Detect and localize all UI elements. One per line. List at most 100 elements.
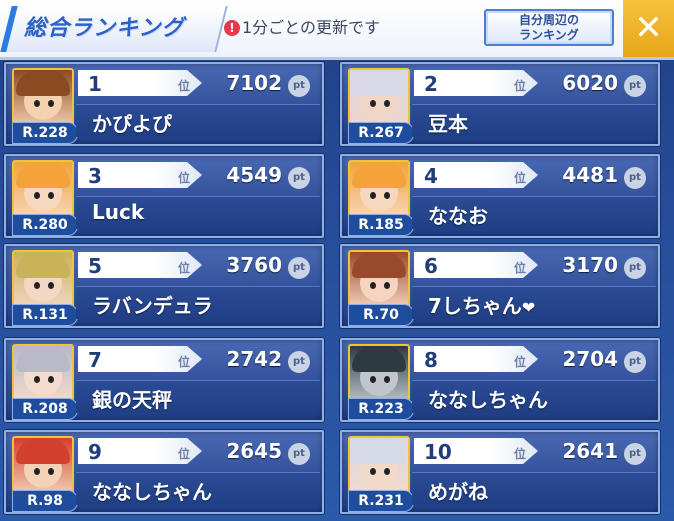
rank-suffix: 位 <box>178 355 191 369</box>
ranking-entry[interactable]: R.185 4 位 4481 pt ななお <box>340 154 660 238</box>
score: 6020 <box>562 71 618 95</box>
avatar-eye <box>370 282 376 289</box>
avatar-eye <box>48 282 54 289</box>
avatar <box>12 344 74 406</box>
avatar-hair <box>16 162 70 188</box>
rank-suffix: 位 <box>514 171 527 185</box>
player-name: Luck <box>92 200 144 224</box>
pt-icon: pt <box>624 257 646 279</box>
player-name-text: 7しちゃん <box>428 294 522 318</box>
score: 2641 <box>562 439 618 463</box>
rank-number: 7 <box>88 348 102 372</box>
avatar-hair <box>352 438 406 464</box>
ranking-entry[interactable]: R.98 9 位 2645 pt ななしちゃん <box>4 430 324 514</box>
rank-suffix: 位 <box>514 355 527 369</box>
rank-level-badge: R.185 <box>348 214 414 236</box>
player-name-text: 銀の天秤 <box>92 388 172 412</box>
avatar-eye <box>48 192 54 199</box>
avatar <box>12 436 74 498</box>
avatar-hair <box>16 438 70 464</box>
score: 2704 <box>562 347 618 371</box>
player-name: かぴよぴ <box>92 108 172 137</box>
rank-number: 3 <box>88 164 102 188</box>
avatar-eye <box>34 100 40 107</box>
ranking-entry[interactable]: R.70 6 位 3170 pt 7しちゃん❤ <box>340 244 660 328</box>
score: 3760 <box>226 253 282 277</box>
rank-level-badge: R.280 <box>12 214 78 236</box>
pt-icon: pt <box>624 351 646 373</box>
avatar-hair <box>16 252 70 278</box>
avatar-eye <box>384 100 390 107</box>
player-name-text: 豆本 <box>428 112 468 136</box>
nearby-ranking-button[interactable]: 自分周辺の ランキング <box>484 9 614 46</box>
ranking-entry[interactable]: R.131 5 位 3760 pt ラバンデュラ <box>4 244 324 328</box>
ranking-entry[interactable]: R.267 2 位 6020 pt 豆本 <box>340 62 660 146</box>
player-name: ななお <box>428 200 488 229</box>
close-button[interactable]: ✕ <box>623 0 674 57</box>
pt-icon: pt <box>624 167 646 189</box>
rank-number: 6 <box>424 254 438 278</box>
rank-level-badge: R.208 <box>12 398 78 420</box>
player-name-text: ななしちゃん <box>92 480 212 504</box>
rank-number: 10 <box>424 440 452 464</box>
pt-icon: pt <box>624 443 646 465</box>
rank-number: 2 <box>424 72 438 96</box>
pt-icon: pt <box>624 75 646 97</box>
avatar-eye <box>370 376 376 383</box>
avatar-hair <box>16 346 70 372</box>
score: 2742 <box>226 347 282 371</box>
avatar-eye <box>384 468 390 475</box>
score: 3170 <box>562 253 618 277</box>
ranking-entry[interactable]: R.280 3 位 4549 pt Luck <box>4 154 324 238</box>
rank-level-badge: R.223 <box>348 398 414 420</box>
player-name: 豆本 <box>428 108 468 137</box>
player-name: ななしちゃん <box>92 476 212 505</box>
avatar-eye <box>384 192 390 199</box>
player-name: ななしちゃん <box>428 384 548 413</box>
ranking-entry[interactable]: R.231 10 位 2641 pt めがね <box>340 430 660 514</box>
rank-suffix: 位 <box>178 79 191 93</box>
avatar <box>12 68 74 130</box>
avatar-eye <box>34 468 40 475</box>
avatar-hair <box>352 70 406 96</box>
avatar <box>348 68 410 130</box>
rank-suffix: 位 <box>178 261 191 275</box>
pt-icon: pt <box>288 443 310 465</box>
avatar <box>12 160 74 222</box>
avatar <box>12 250 74 312</box>
ranking-list: R.228 1 位 7102 pt かぴよぴ R.267 2 位 6020 pt… <box>0 60 674 521</box>
avatar-hair <box>16 70 70 96</box>
rank-number: 4 <box>424 164 438 188</box>
avatar <box>348 160 410 222</box>
avatar-eye <box>384 282 390 289</box>
avatar-eye <box>48 376 54 383</box>
rank-suffix: 位 <box>514 79 527 93</box>
pt-icon: pt <box>288 257 310 279</box>
avatar-eye <box>384 376 390 383</box>
avatar-hair <box>352 346 406 372</box>
pt-icon: pt <box>288 351 310 373</box>
avatar <box>348 344 410 406</box>
rank-suffix: 位 <box>514 447 527 461</box>
rank-number: 5 <box>88 254 102 278</box>
rank-suffix: 位 <box>178 171 191 185</box>
avatar <box>348 436 410 498</box>
avatar-eye <box>34 282 40 289</box>
rank-level-badge: R.70 <box>348 304 414 326</box>
page-title: 総合ランキング <box>24 16 185 41</box>
ranking-entry[interactable]: R.228 1 位 7102 pt かぴよぴ <box>4 62 324 146</box>
pt-icon: pt <box>288 167 310 189</box>
player-name-text: めがね <box>428 480 488 504</box>
rank-level-badge: R.231 <box>348 490 414 512</box>
rank-level-badge: R.228 <box>12 122 78 144</box>
avatar-eye <box>370 192 376 199</box>
alert-icon: ! <box>224 20 240 36</box>
avatar-hair <box>352 252 406 278</box>
ranking-entry[interactable]: R.208 7 位 2742 pt 銀の天秤 <box>4 338 324 422</box>
avatar-eye <box>48 100 54 107</box>
ranking-entry[interactable]: R.223 8 位 2704 pt ななしちゃん <box>340 338 660 422</box>
rank-number: 8 <box>424 348 438 372</box>
rank-suffix: 位 <box>514 261 527 275</box>
score: 7102 <box>226 71 282 95</box>
ranking-header: 総合ランキング ! 1分ごとの更新です 自分周辺の ランキング ✕ <box>0 0 674 60</box>
